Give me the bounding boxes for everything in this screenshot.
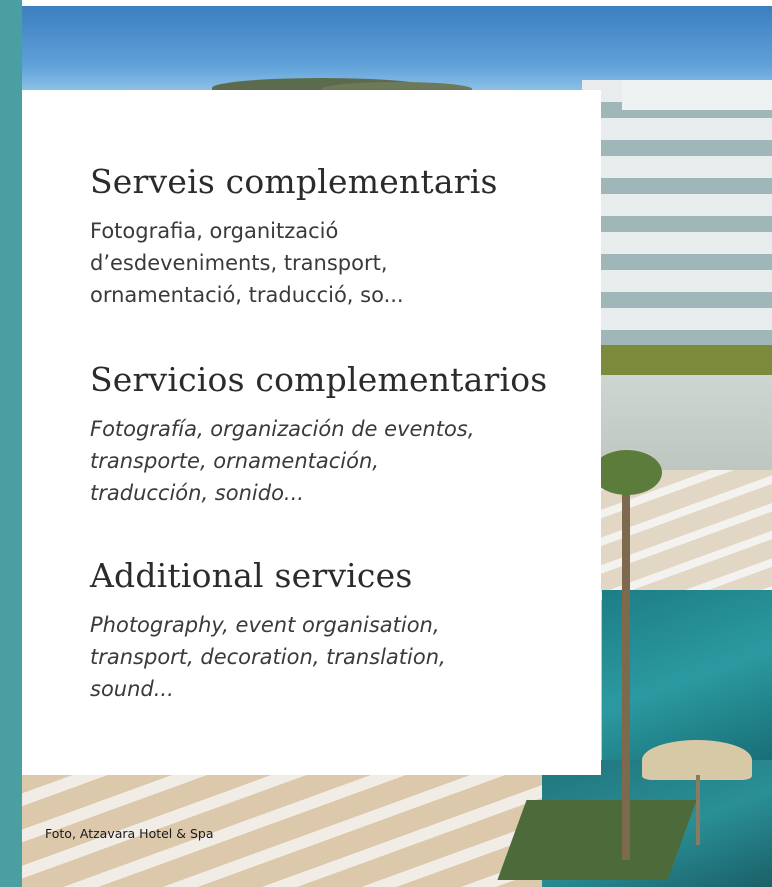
teal-side-strip xyxy=(0,0,22,887)
hotel-building xyxy=(582,80,772,380)
section-heading: Serveis complementaris xyxy=(90,162,498,201)
palm-trunk xyxy=(622,470,630,860)
hotel-roof xyxy=(622,80,772,110)
section-spanish: Servicios complementarios Fotografía, or… xyxy=(90,360,547,509)
section-text: Fotografia, organització d’esdeveniments… xyxy=(90,219,404,307)
sky xyxy=(22,6,772,90)
green-roof xyxy=(597,345,772,375)
section-english: Additional services Photography, event o… xyxy=(90,556,446,705)
section-text: Photography, event organisation, transpo… xyxy=(90,613,446,701)
brochure-page: Serveis complementaris Fotografia, organ… xyxy=(0,0,772,887)
services-card: Serveis complementaris Fotografia, organ… xyxy=(22,90,601,775)
section-heading: Additional services xyxy=(90,556,413,595)
planter xyxy=(497,800,697,880)
section-catalan: Serveis complementaris Fotografia, organ… xyxy=(90,162,498,311)
section-text: Fotografía, organización de eventos, tra… xyxy=(90,417,475,505)
section-heading: Servicios complementarios xyxy=(90,360,548,399)
parasol xyxy=(642,740,752,780)
photo-credit: Foto, Atzavara Hotel & Spa xyxy=(45,826,214,841)
parasol-pole xyxy=(696,775,700,845)
palm-leaves xyxy=(592,450,662,495)
